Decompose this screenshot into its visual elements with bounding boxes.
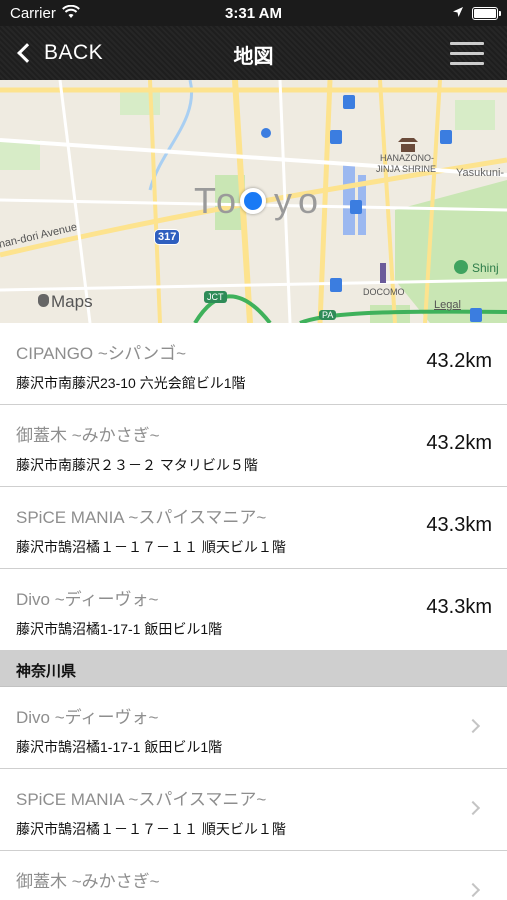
- clock: 3:31 AM: [225, 5, 282, 22]
- map-city-label: To: [194, 180, 241, 221]
- maps-brand-label: Maps: [51, 292, 93, 311]
- list-item[interactable]: CIPANGO ~シパンゴ~ 藤沢市南藤沢23-10 六光会館ビル1階 43.2…: [0, 323, 507, 405]
- shop-list: CIPANGO ~シパンゴ~ 藤沢市南藤沢23-10 六光会館ビル1階 43.2…: [0, 323, 507, 900]
- shrine-label: HANAZONO-: [380, 153, 434, 163]
- pa-badge: PA: [319, 310, 337, 320]
- chevron-right-icon: [465, 800, 481, 816]
- shop-name: CIPANGO ~シパンゴ~: [16, 344, 187, 363]
- status-bar: Carrier 3:31 AM: [0, 0, 507, 26]
- section-header-label: 神奈川県: [16, 663, 77, 680]
- shop-name: SPiCE MANIA ~スパイスマニア~: [16, 790, 267, 809]
- shop-address: 藤沢市鵠沼橘１－１７－１１ 順天ビル１階: [16, 821, 286, 837]
- shrine-label-2: JINJA SHRINE: [376, 164, 437, 174]
- apple-logo-icon: [38, 294, 49, 307]
- jct-badge: JCT: [204, 291, 227, 303]
- hamburger-menu-icon[interactable]: [450, 42, 484, 66]
- chevron-right-icon: [465, 718, 481, 734]
- route-badge: 317: [154, 229, 181, 245]
- list-item[interactable]: 御蓋木 ~みかさぎ~ 藤沢市南藤沢２３－２ マタリビル５階 43.2km: [0, 405, 507, 487]
- user-location-pin: [240, 188, 266, 214]
- chevron-right-icon: [465, 882, 481, 898]
- shop-name: 御蓋木 ~みかさぎ~: [16, 426, 160, 445]
- list-item[interactable]: Divo ~ディーヴォ~ 藤沢市鵠沼橘1-17-1 飯田ビル1階: [0, 687, 507, 769]
- map-view[interactable]: To yo HANAZONO- JINJA SHRINE Yasukuni- h…: [0, 80, 507, 323]
- shop-distance: 43.3km: [426, 596, 492, 618]
- shop-name: SPiCE MANIA ~スパイスマニア~: [16, 508, 267, 527]
- shop-distance: 43.3km: [426, 514, 492, 536]
- shop-address: 藤沢市鵠沼橘1-17-1 飯田ビル1階: [16, 621, 223, 637]
- shop-address: 藤沢市鵠沼橘1-17-1 飯田ビル1階: [16, 739, 223, 755]
- map-city-label-right: yo: [274, 180, 325, 221]
- shop-address: 藤沢市鵠沼橘１－１７－１１ 順天ビル１階: [16, 539, 286, 555]
- shop-name: Divo ~ディーヴォ~: [16, 590, 159, 609]
- legal-link[interactable]: Legal: [434, 299, 461, 311]
- yasukuni-label: Yasukuni-: [456, 167, 505, 179]
- battery-tip: [499, 11, 501, 16]
- section-header: 神奈川県: [0, 651, 507, 687]
- location-arrow-icon: [452, 5, 464, 22]
- shinjuku-label: Shinj: [472, 261, 499, 275]
- list-item[interactable]: SPiCE MANIA ~スパイスマニア~ 藤沢市鵠沼橘１－１７－１１ 順天ビル…: [0, 769, 507, 851]
- shop-name: Divo ~ディーヴォ~: [16, 708, 159, 727]
- shop-distance: 43.2km: [426, 432, 492, 454]
- list-item[interactable]: SPiCE MANIA ~スパイスマニア~ 藤沢市鵠沼橘１－１７－１１ 順天ビル…: [0, 487, 507, 569]
- page-title: 地図: [233, 46, 274, 68]
- battery-icon: [472, 7, 498, 20]
- list-item[interactable]: Divo ~ディーヴォ~ 藤沢市鵠沼橘1-17-1 飯田ビル1階 43.3km: [0, 569, 507, 651]
- docomo-label: DOCOMO: [363, 287, 405, 297]
- shop-address: 藤沢市南藤沢23-10 六光会館ビル1階: [16, 375, 246, 391]
- shop-name: 御蓋木 ~みかさぎ~: [16, 872, 160, 891]
- shop-address: 藤沢市南藤沢２３－２ マタリビル５階: [16, 457, 258, 473]
- list-item[interactable]: 御蓋木 ~みかさぎ~: [0, 851, 507, 900]
- shop-distance: 43.2km: [426, 350, 492, 372]
- navigation-bar: BACK 地図: [0, 26, 507, 80]
